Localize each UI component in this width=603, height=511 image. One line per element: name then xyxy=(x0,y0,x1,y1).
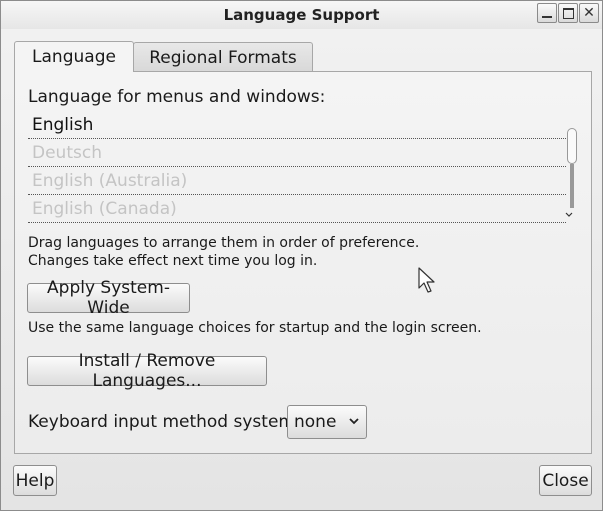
list-item-english-canada[interactable]: English (Canada) xyxy=(28,195,566,223)
install-remove-languages-button[interactable]: Install / Remove Languages... xyxy=(27,351,267,391)
drag-hint: Drag languages to arrange them in order … xyxy=(28,235,420,251)
apply-system-wide-button[interactable]: Apply System-Wide xyxy=(27,278,190,318)
title-bar[interactable]: Language Support ✕ xyxy=(1,1,602,29)
minimize-icon[interactable] xyxy=(537,3,557,23)
tab-regional-formats-label: Regional Formats xyxy=(149,47,297,68)
tab-regional-formats[interactable]: Regional Formats xyxy=(133,42,313,72)
tab-language-label: Language xyxy=(32,47,116,67)
changes-hint: Changes take effect next time you log in… xyxy=(28,253,318,269)
maximize-icon[interactable] xyxy=(558,3,578,23)
list-item-deutsch[interactable]: Deutsch xyxy=(28,139,566,167)
keyboard-input-select[interactable]: none xyxy=(287,405,367,439)
scrollbar-thumb[interactable] xyxy=(567,128,577,164)
close-button[interactable]: Close xyxy=(539,465,592,496)
keyboard-input-value: none xyxy=(294,412,337,432)
section-label: Language for menus and windows: xyxy=(28,87,326,107)
language-list[interactable]: English Deutsch English (Australia) Engl… xyxy=(28,111,578,225)
scroll-down-icon[interactable] xyxy=(565,210,573,221)
language-tab-panel: Language for menus and windows: English … xyxy=(14,71,592,454)
close-icon[interactable]: ✕ xyxy=(579,3,599,23)
help-button[interactable]: Help xyxy=(13,465,57,496)
list-item-english-australia[interactable]: English (Australia) xyxy=(28,167,566,195)
apply-description: Use the same language choices for startu… xyxy=(28,320,482,336)
scrollbar-track[interactable] xyxy=(570,164,574,208)
keyboard-input-label: Keyboard input method system: xyxy=(28,412,301,432)
list-scrollbar[interactable] xyxy=(567,128,577,208)
window-controls: ✕ xyxy=(536,3,599,23)
window-title: Language Support xyxy=(223,6,380,24)
tab-language[interactable]: Language xyxy=(14,41,134,72)
mouse-pointer-icon xyxy=(418,267,435,293)
language-support-window: Language Support ✕ Language Regional For… xyxy=(0,0,603,511)
list-item-english[interactable]: English xyxy=(28,111,566,139)
chevron-down-icon xyxy=(349,418,359,425)
